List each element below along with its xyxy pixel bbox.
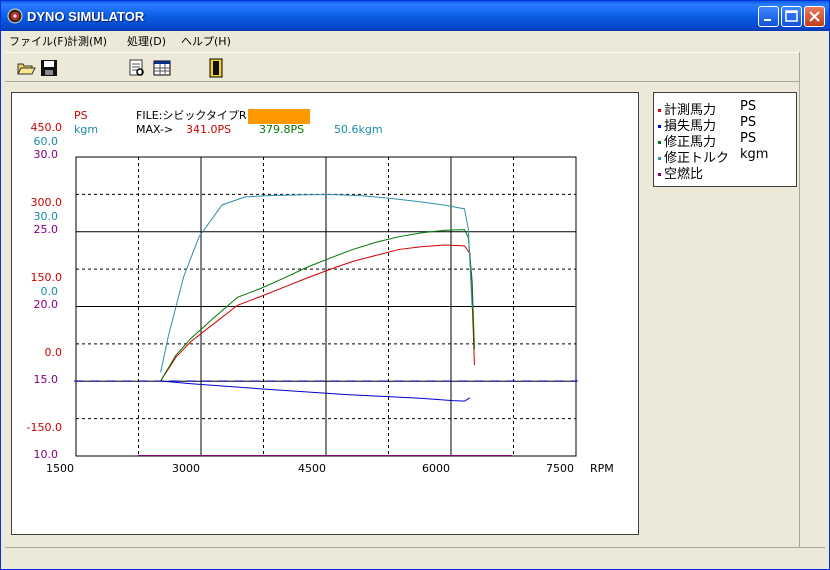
main-window: DYNO SIMULATOR ファイル(F) 計測(M) 処理(D) ヘルプ(H… — [0, 0, 830, 570]
legend-item-loss-hp: 損失馬力 PS — [658, 115, 756, 134]
legend-panel: 計測馬力 PS 損失馬力 PS 修正馬力 PS 修正トルク kgm 空燃比 — [653, 92, 797, 187]
dyno-app-icon — [7, 8, 23, 24]
menu-measure[interactable]: 計測(M) — [67, 33, 107, 49]
print-preview-icon — [129, 59, 144, 76]
axis-label-afr: 20.0 — [34, 298, 59, 311]
axis-label-ps: 0.0 — [45, 346, 63, 359]
menu-file[interactable]: ファイル(F) — [9, 33, 68, 49]
close-button[interactable] — [804, 6, 825, 27]
series-line-1 — [160, 244, 475, 382]
menu-help[interactable]: ヘルプ(H) — [181, 33, 231, 49]
legend-swatch — [658, 157, 661, 160]
exit-door-icon — [209, 58, 223, 78]
close-icon — [809, 11, 820, 22]
exit-button[interactable] — [205, 57, 227, 79]
dyno-chart: PS kgm FILE:シビックタイプR MAX-> 341.0PS 379.8… — [27, 109, 614, 475]
axis-label-afr: 10.0 — [34, 448, 59, 461]
data-table-icon — [153, 60, 171, 76]
x-tick-label: 6000 — [422, 462, 450, 475]
open-folder-icon — [17, 63, 36, 75]
axis-label-ps: 450.0 — [31, 121, 63, 134]
x-tick-label: 3000 — [172, 462, 200, 475]
legend-swatch — [658, 173, 661, 176]
legend-item-corrected-torque: 修正トルク kgm — [658, 147, 768, 166]
redacted-block — [248, 109, 310, 124]
x-tick-label: 1500 — [46, 462, 74, 475]
maximize-button[interactable] — [781, 6, 802, 27]
axis-label-kgm: 30.0 — [34, 210, 59, 223]
axis-label-afr: 15.0 — [34, 373, 59, 386]
max-torque: 50.6kgm — [334, 123, 383, 136]
save-button[interactable] — [38, 57, 60, 79]
save-disk-icon — [41, 60, 57, 76]
panel-divider — [799, 52, 800, 547]
axis-label-ps: 300.0 — [31, 196, 63, 209]
title-bar[interactable]: DYNO SIMULATOR — [1, 1, 829, 31]
data-table-button[interactable] — [151, 57, 173, 79]
status-bar — [5, 547, 825, 567]
x-tick-label: 4500 — [298, 462, 326, 475]
unit-kgm-label: kgm — [74, 123, 98, 136]
unit-ps-label: PS — [74, 109, 88, 122]
maximize-icon — [785, 10, 798, 22]
print-preview-button[interactable] — [126, 57, 148, 79]
axis-label-afr: 30.0 — [34, 148, 59, 161]
axis-label-kgm: 60.0 — [34, 135, 59, 148]
legend-unit: PS — [740, 115, 757, 130]
max-measured-ps: 341.0PS — [186, 123, 231, 136]
chart-axis-labels: 450.0300.0150.00.0-150.060.030.00.030.02… — [27, 121, 614, 475]
dyno-chart-panel: PS kgm FILE:シビックタイプR MAX-> 341.0PS 379.8… — [11, 92, 639, 535]
max-corrected-ps: 379.8PS — [259, 123, 304, 136]
legend-unit: PS — [740, 131, 757, 146]
legend-unit: PS — [740, 99, 757, 114]
minimize-icon — [764, 19, 771, 21]
x-axis-unit: RPM — [590, 462, 614, 475]
legend-label: 空燃比 — [664, 167, 704, 182]
series-line-2 — [160, 380, 471, 402]
legend-item-afr: 空燃比 — [658, 163, 704, 182]
legend-swatch — [658, 141, 661, 144]
legend-unit: kgm — [740, 147, 769, 162]
toolbar — [5, 52, 799, 82]
menu-bar: ファイル(F) 計測(M) 処理(D) ヘルプ(H) — [1, 31, 829, 50]
series-line-3 — [160, 229, 475, 382]
menu-process[interactable]: 処理(D) — [127, 33, 166, 49]
legend-item-corrected-hp: 修正馬力 PS — [658, 131, 756, 150]
minimize-button[interactable] — [758, 6, 779, 27]
x-tick-label: 7500 — [546, 462, 574, 475]
max-label: MAX-> — [136, 123, 173, 136]
legend-item-measured-hp: 計測馬力 PS — [658, 99, 756, 118]
legend-swatch — [658, 125, 661, 128]
axis-label-ps: 150.0 — [31, 271, 63, 284]
axis-label-kgm: 0.0 — [41, 285, 59, 298]
window-title: DYNO SIMULATOR — [27, 9, 145, 24]
chart-labels: PS kgm FILE:シビックタイプR MAX-> 341.0PS 379.8… — [74, 109, 383, 136]
series-line-4 — [160, 193, 473, 373]
axis-label-afr: 25.0 — [34, 223, 59, 236]
axis-label-ps: -150.0 — [27, 421, 62, 434]
legend-swatch — [658, 109, 661, 112]
open-button[interactable] — [15, 57, 37, 79]
file-name-label: FILE:シビックタイプR — [136, 109, 247, 122]
chart-grid — [75, 156, 577, 457]
